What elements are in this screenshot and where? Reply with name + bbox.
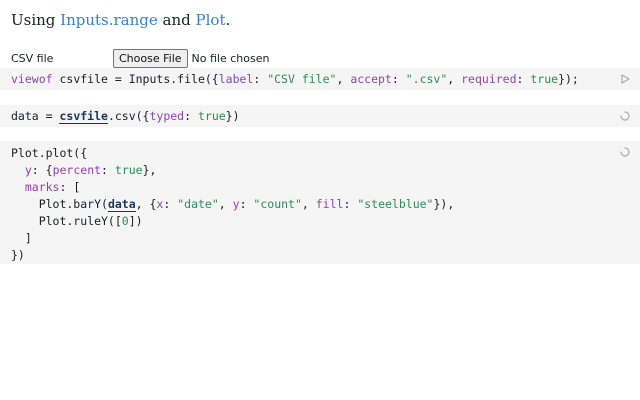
code-token: }), <box>433 197 455 211</box>
code-token: , <box>218 197 233 211</box>
code-line: }) <box>11 248 25 262</box>
code-line: data = csvfile.csv({typed: true}) <box>11 108 640 125</box>
code-token: csvfile <box>59 109 108 124</box>
code-token: "count" <box>253 197 302 211</box>
file-input-label: CSV file <box>11 51 54 65</box>
code-token: }); <box>558 72 579 86</box>
code-token: ".csv" <box>405 72 448 86</box>
code-token: true <box>530 72 559 86</box>
code-cell-csvfile[interactable]: viewof csvfile = Inputs.file({label: "CS… <box>0 68 640 90</box>
loading-icon <box>620 111 630 121</box>
code-token: .csv({ <box>107 109 150 123</box>
code-token: , <box>301 197 316 211</box>
code-token: 0 <box>121 214 129 228</box>
code-token: }, <box>142 163 157 177</box>
code-token: : <box>184 109 198 123</box>
code-token: : <box>239 197 254 211</box>
code-token: label <box>218 72 254 86</box>
code-token: true <box>114 163 143 177</box>
code-token: percent <box>52 163 102 177</box>
code-token: Plot.ruleY([ <box>11 214 122 228</box>
code-token: data = <box>11 109 60 123</box>
code-token: fill <box>315 197 344 211</box>
file-input-row: CSV file Choose File No file chosen <box>11 48 269 68</box>
intro-middle: and <box>157 11 196 29</box>
choose-file-button[interactable]: Choose File <box>113 48 188 68</box>
code-token: required <box>461 72 517 86</box>
code-line: viewof csvfile = Inputs.file({label: "CS… <box>11 71 640 88</box>
code-token: csvfile = Inputs.file({ <box>52 72 219 86</box>
code-token: Plot.barY( <box>11 197 108 211</box>
code-token: Plot.plot({ <box>11 146 88 160</box>
code-cell-plot[interactable]: Plot.plot({ y: {percent: true}, marks: [… <box>0 141 640 264</box>
code-token: typed <box>149 109 185 123</box>
code-token: , <box>336 72 351 86</box>
code-token: : <box>343 197 358 211</box>
code-line: Plot.plot({ <box>11 146 87 160</box>
code-token: y <box>232 197 240 211</box>
code-line: y: {percent: true}, <box>11 163 157 177</box>
code-line: Plot.ruleY([0]) <box>11 214 143 228</box>
file-status-text: No file chosen <box>191 51 270 65</box>
loading-icon <box>620 147 630 157</box>
code-token: y <box>24 163 32 177</box>
code-token: data <box>107 197 136 212</box>
code-token: "steelblue" <box>357 197 434 211</box>
plot-link[interactable]: Plot <box>196 11 226 29</box>
intro-text: Using Inputs.range and Plot. <box>11 11 230 29</box>
code-token: }) <box>225 109 240 123</box>
code-token: }) <box>11 248 25 262</box>
code-cell-data[interactable]: data = csvfile.csv({typed: true}) <box>0 105 640 127</box>
code-line: ] <box>11 231 32 245</box>
inputs-range-link[interactable]: Inputs.range <box>60 11 158 29</box>
code-block: Plot.plot({ y: {percent: true}, marks: [… <box>11 145 640 264</box>
code-token: "date" <box>177 197 219 211</box>
code-token: : [ <box>59 180 81 194</box>
code-token: , <box>447 72 462 86</box>
code-token: ]) <box>128 214 143 228</box>
code-line: Plot.barY(data, {x: "date", y: "count", … <box>11 197 454 212</box>
intro-suffix: . <box>225 11 231 29</box>
code-token: viewof <box>11 72 53 86</box>
code-token: marks <box>24 180 60 194</box>
code-token: : { <box>31 163 53 177</box>
code-token: , { <box>135 197 157 211</box>
code-token: accept <box>350 72 392 86</box>
code-line: marks: [ <box>11 180 80 194</box>
code-token: : <box>163 197 178 211</box>
run-icon[interactable] <box>620 74 630 84</box>
code-token: "CSV file" <box>267 72 337 86</box>
code-token: : <box>253 72 268 86</box>
code-token: : <box>516 72 531 86</box>
code-token: ] <box>11 231 32 245</box>
code-token: true <box>197 109 226 123</box>
intro-prefix: Using <box>11 11 61 29</box>
code-token: : <box>101 163 115 177</box>
code-token: : <box>391 72 406 86</box>
